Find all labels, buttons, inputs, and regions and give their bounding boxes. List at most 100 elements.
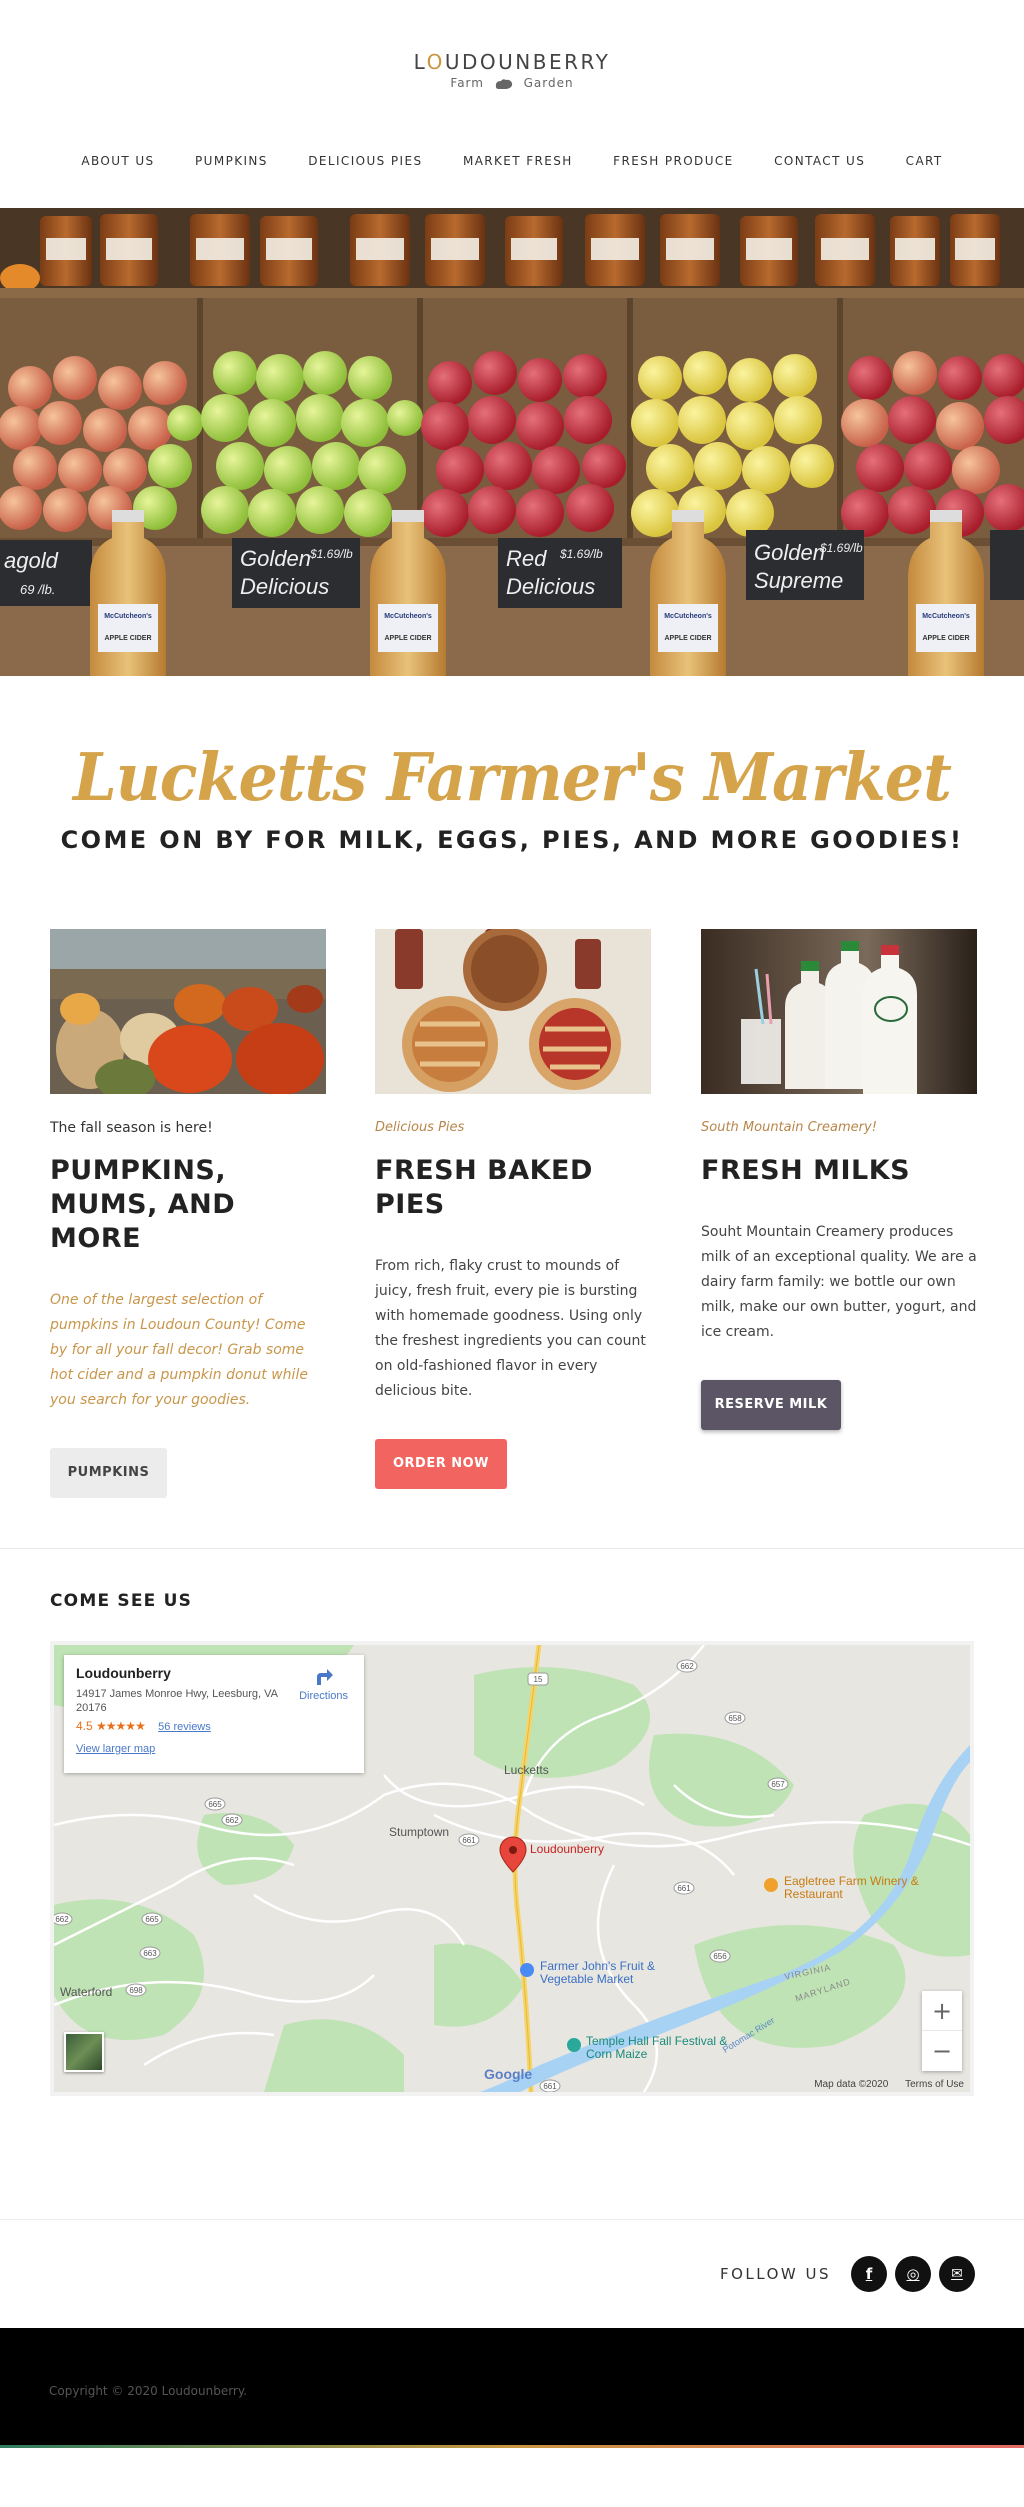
nav-market-fresh[interactable]: MARKET FRESH [463, 154, 573, 168]
card-eyebrow: South Mountain Creamery! [701, 1120, 877, 1135]
bottle-label: APPLE CIDER [104, 635, 151, 642]
sign-price: $1.69/lb [309, 547, 353, 561]
map-label-eagletree[interactable]: Eagletree Farm Winery & Restaurant [784, 1875, 944, 1901]
reserve-milk-button[interactable]: RESERVE MILK [701, 1380, 841, 1430]
card-milk: South Mountain Creamery! FRESH MILKS Sou… [701, 929, 977, 1430]
zoom-in-button[interactable]: + [922, 1991, 962, 2031]
follow-us-label: FOLLOW US [720, 2265, 832, 2283]
route-shield: 665 [208, 1800, 222, 1809]
market-subtitle: COME ON BY FOR MILK, EGGS, PIES, AND MOR… [60, 826, 964, 854]
card-eyebrow: Delicious Pies [375, 1120, 465, 1135]
sign-text: Red [506, 546, 547, 571]
festival-marker-icon[interactable] [567, 2038, 581, 2052]
bottle-label: APPLE CIDER [664, 635, 711, 642]
reviews-link[interactable]: 56 reviews [158, 1721, 211, 1733]
hero-image: agold 69 /lb. Golden $1.69/lb Delicious … [0, 208, 1024, 676]
card-title: PUMPKINS, MUMS, AND MORE [50, 1155, 236, 1254]
order-now-button[interactable]: ORDER NOW [375, 1439, 507, 1489]
nav-pumpkins[interactable]: PUMPKINS [195, 154, 268, 168]
winery-marker-icon[interactable] [764, 1878, 778, 1892]
route-shield: 665 [145, 1915, 159, 1924]
facebook-icon[interactable]: f [851, 2256, 887, 2292]
route-shield: 662 [55, 1915, 69, 1924]
view-larger-map-link[interactable]: View larger map [76, 1743, 352, 1755]
footer-accent-bar [0, 2445, 1024, 2448]
sign-text: agold [4, 548, 59, 573]
apple-market-photo: agold 69 /lb. Golden $1.69/lb Delicious … [0, 208, 1024, 676]
route-shield: 656 [713, 1952, 727, 1961]
sign-text: Golden [240, 546, 311, 571]
nav-delicious-pies[interactable]: DELICIOUS PIES [308, 154, 422, 168]
nav-cart[interactable]: CART [906, 154, 943, 168]
site-header: LOUDOUNBERRY Farm Garden ABOUT US PUMPKI… [0, 0, 1024, 208]
bottle-label: McCutcheon's [384, 613, 432, 620]
zoom-controls: + − [922, 1991, 962, 2071]
email-icon[interactable]: ✉ [939, 2256, 975, 2292]
logo-subtitle: Farm Garden [450, 76, 574, 90]
bottle-label: APPLE CIDER [922, 635, 969, 642]
place-address: 14917 James Monroe Hwy, Leesburg, VA 201… [76, 1688, 278, 1714]
sign-text: Delicious [506, 574, 595, 599]
route-shield: 662 [680, 1662, 694, 1671]
card-text: One of the largest selection of pumpkins… [50, 1292, 308, 1408]
place-info-card: Loudounberry 14917 James Monroe Hwy, Lee… [64, 1655, 364, 1773]
market-script-title: Lucketts Farmer's Market [73, 739, 952, 816]
place-rating: 4.5 ★★★★★ 56 reviews [76, 1719, 352, 1733]
map-label-lucketts: Lucketts [504, 1763, 549, 1777]
map-label-waterford: Waterford [60, 1985, 113, 1999]
nav-fresh-produce[interactable]: FRESH PRODUCE [613, 154, 733, 168]
terms-of-use-link[interactable]: Terms of Use [905, 2079, 964, 2090]
map-label-temple-hall[interactable]: Temple Hall Fall Festival & Corn Maize [586, 2035, 736, 2061]
card-text: Souht Mountain Creamery produces milk of… [701, 1224, 977, 1340]
sign-text: Delicious [240, 574, 329, 599]
follow-section: FOLLOW US f ◎ ✉ [0, 2219, 1024, 2328]
nav-about-us[interactable]: ABOUT US [81, 154, 154, 168]
map-data-text: Map data ©2020 [814, 2079, 889, 2090]
milk-photo [701, 929, 977, 1094]
rating-value: 4.5 [76, 1719, 93, 1733]
google-logo: Google [484, 2066, 533, 2082]
pumpkins-photo [50, 929, 326, 1094]
rating-stars-icon: ★★★★★ [96, 1719, 146, 1733]
market-marker-icon[interactable] [520, 1963, 534, 1977]
map-label-farmer-john[interactable]: Farmer John's Fruit & Vegetable Market [540, 1960, 690, 1986]
feature-cards: The fall season is here! PUMPKINS, MUMS,… [0, 929, 1024, 1548]
google-map[interactable]: 15 662 658 657 665 662 661 661 665 662 6… [50, 1641, 974, 2096]
come-see-us-heading: COME SEE US [50, 1591, 193, 1611]
map-label-stumptown: Stumptown [389, 1825, 450, 1839]
copyright-text: Copyright © 2020 Loudounberry. [49, 2384, 248, 2398]
directions-label: Directions [299, 1690, 348, 1702]
route-shield: 661 [462, 1836, 476, 1845]
satellite-toggle[interactable] [64, 2032, 104, 2072]
card-pies: Delicious Pies FRESH BAKED PIES From ric… [375, 929, 651, 1489]
map-attribution: Map data ©2020 Terms of Use [800, 2079, 964, 2090]
pies-photo [375, 929, 651, 1094]
directions-button[interactable]: Directions [299, 1667, 348, 1702]
route-shield: 15 [534, 1675, 543, 1684]
instagram-icon[interactable]: ◎ [895, 2256, 931, 2292]
pumpkins-button[interactable]: PUMPKINS [50, 1448, 167, 1498]
card-pumpkins: The fall season is here! PUMPKINS, MUMS,… [50, 929, 326, 1498]
route-shield: 662 [225, 1816, 239, 1825]
bottle-label: McCutcheon's [104, 613, 152, 620]
card-title: FRESH MILKS [701, 1155, 911, 1186]
site-footer: Copyright © 2020 Loudounberry. [0, 2328, 1024, 2448]
route-shield: 657 [771, 1780, 785, 1789]
route-shield: 661 [543, 2082, 557, 2091]
sign-price: $1.69/lb [559, 547, 603, 561]
site-logo[interactable]: LOUDOUNBERRY Farm Garden [0, 50, 1024, 91]
bottle-label: McCutcheon's [922, 613, 970, 620]
map-section: COME SEE US 15 662 658 657 665 662 661 6… [0, 1548, 1024, 2219]
sign-text: Golden [754, 540, 825, 565]
directions-icon [316, 1669, 333, 1685]
zoom-out-button[interactable]: − [922, 2031, 962, 2071]
bottle-label: APPLE CIDER [384, 635, 431, 642]
map-label-pin[interactable]: Loudounberry [530, 1842, 604, 1856]
sign-text: Supreme [754, 568, 843, 593]
route-shield: 658 [728, 1714, 742, 1723]
main-nav: ABOUT US PUMPKINS DELICIOUS PIES MARKET … [0, 152, 1024, 170]
bottle-label: McCutcheon's [664, 613, 712, 620]
hen-icon [495, 78, 512, 89]
nav-contact-us[interactable]: CONTACT US [774, 154, 865, 168]
sign-price: $1.69/lb [819, 541, 863, 555]
